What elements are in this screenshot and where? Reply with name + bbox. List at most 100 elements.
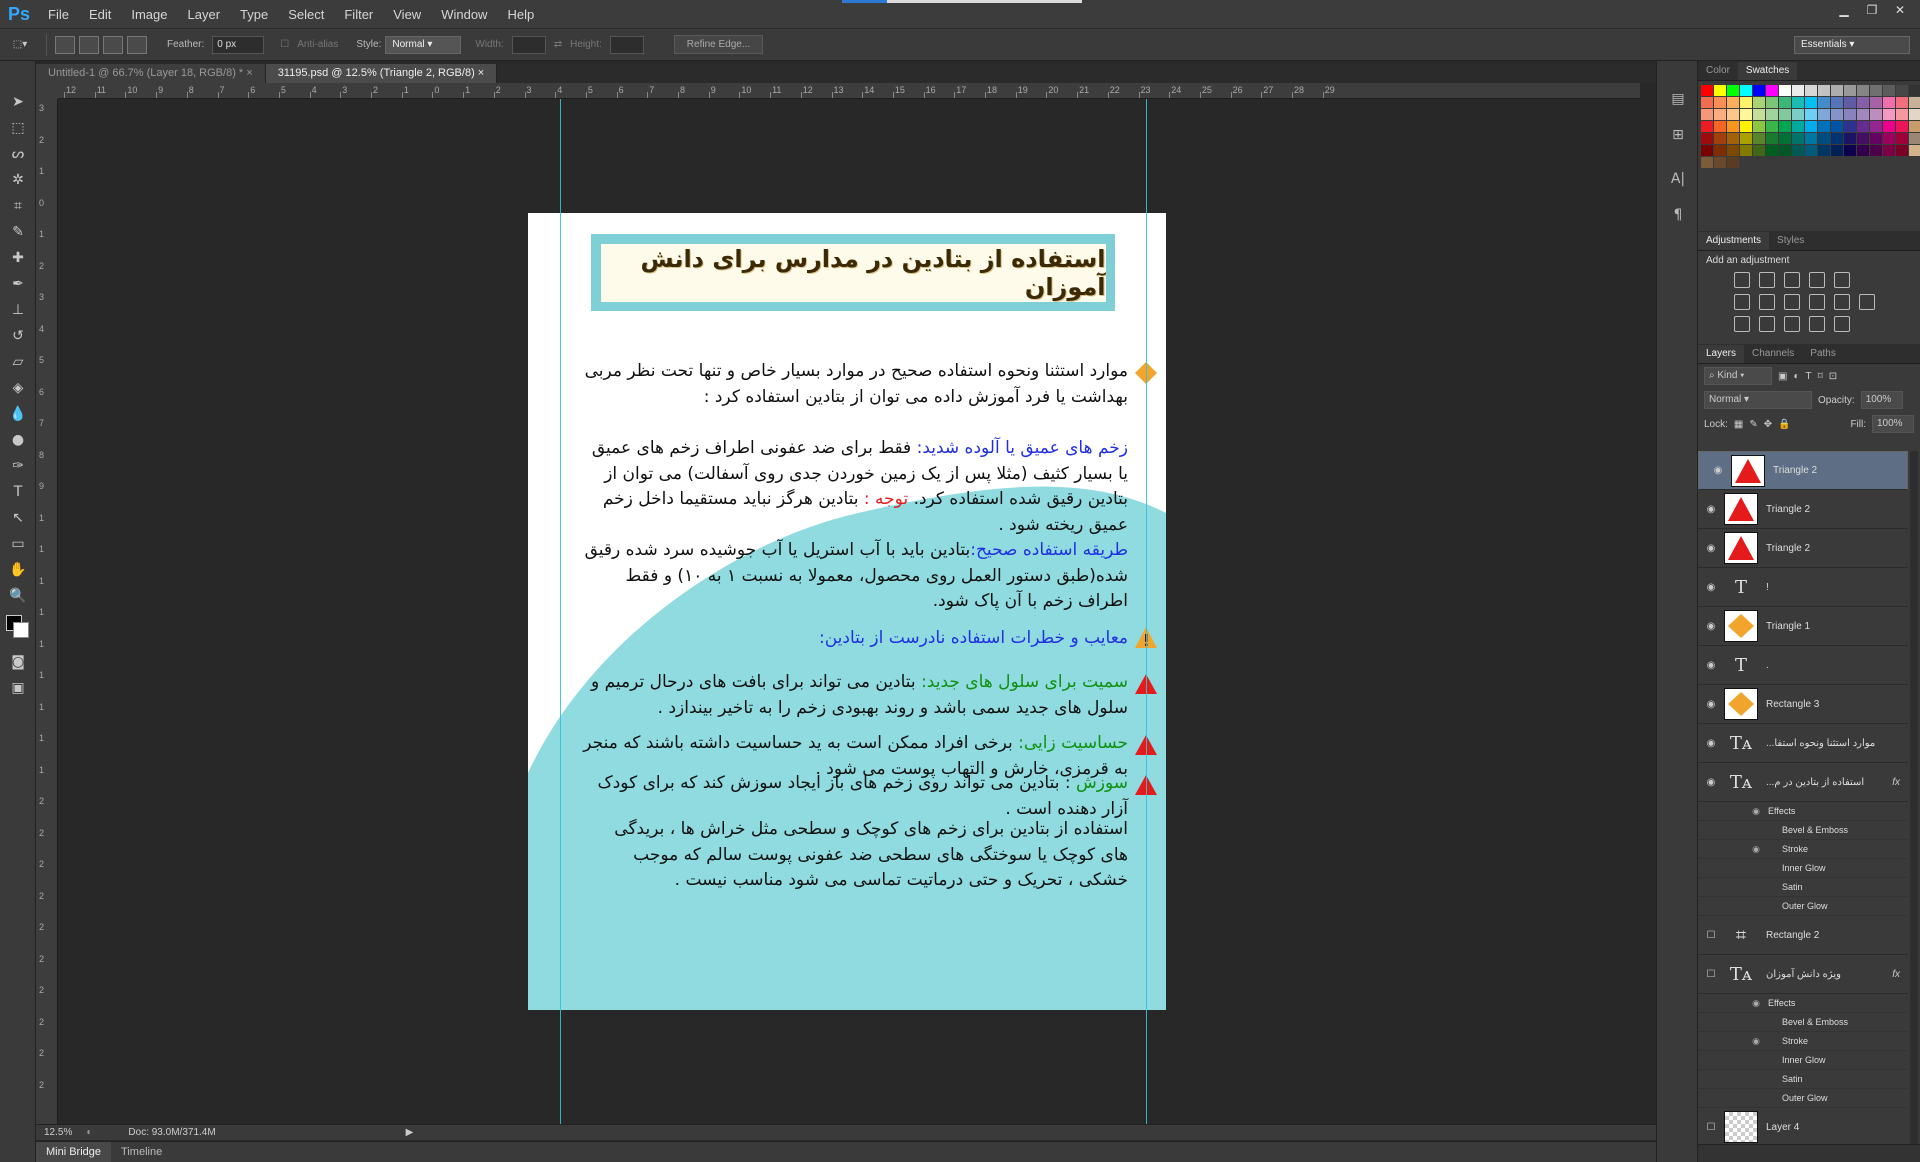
layer-row[interactable]: ◉ Triangle 2: [1698, 529, 1908, 568]
menu-image[interactable]: Image: [121, 7, 177, 22]
posterize-icon[interactable]: [1759, 316, 1775, 332]
color-swatch[interactable]: [1805, 121, 1817, 132]
eye-icon[interactable]: ◉: [1698, 543, 1724, 554]
eye-icon[interactable]: ☐: [1698, 1122, 1724, 1133]
levels-icon[interactable]: [1759, 272, 1775, 288]
zoom-tool-icon[interactable]: 🔍: [0, 583, 36, 609]
effect-item[interactable]: Outer Glow: [1698, 1089, 1908, 1108]
color-swatch[interactable]: [1870, 121, 1882, 132]
effect-item[interactable]: Satin: [1698, 1070, 1908, 1089]
color-swatch[interactable]: [1883, 109, 1895, 120]
dodge-tool-icon[interactable]: ●: [0, 427, 36, 453]
color-swatch[interactable]: [1753, 109, 1765, 120]
color-swatch[interactable]: [1831, 97, 1843, 108]
color-swatch[interactable]: [1714, 157, 1726, 168]
effect-item[interactable]: Satin: [1698, 878, 1908, 897]
color-swatch[interactable]: [1727, 133, 1739, 144]
color-swatch[interactable]: [1857, 97, 1869, 108]
color-swatch[interactable]: [1792, 97, 1804, 108]
blend-mode-select[interactable]: Normal ▾: [1704, 391, 1812, 409]
layer-row[interactable]: ☐ Layer 4: [1698, 1108, 1908, 1147]
layer-row[interactable]: ◉ T.: [1698, 646, 1908, 685]
menu-edit[interactable]: Edit: [79, 7, 121, 22]
color-swatch[interactable]: [1896, 97, 1908, 108]
color-swatch[interactable]: [1727, 121, 1739, 132]
paint-bucket-icon[interactable]: ◈: [0, 375, 36, 401]
pen-tool-icon[interactable]: ✑: [0, 453, 36, 479]
layer-row[interactable]: ◉ T!: [1698, 568, 1908, 607]
color-swatch[interactable]: [1740, 97, 1752, 108]
color-swatch[interactable]: [1857, 145, 1869, 156]
move-tool-icon[interactable]: ➤: [0, 89, 36, 115]
effect-item[interactable]: ◉ Stroke: [1698, 840, 1908, 859]
menu-view[interactable]: View: [383, 7, 431, 22]
color-swatch[interactable]: [1766, 97, 1778, 108]
eye-icon[interactable]: ◉: [1698, 844, 1768, 855]
workspace-select[interactable]: Essentials ▾: [1794, 35, 1910, 54]
color-swatch[interactable]: [1701, 85, 1713, 96]
color-swatch[interactable]: [1844, 85, 1856, 96]
brightness-icon[interactable]: [1734, 272, 1750, 288]
color-swatch[interactable]: [1753, 121, 1765, 132]
eye-icon[interactable]: ◉: [1698, 504, 1724, 515]
fx-icon[interactable]: fx: [1892, 969, 1900, 980]
color-swatch[interactable]: [1909, 109, 1920, 120]
color-swatch[interactable]: [1831, 145, 1843, 156]
vibrance-icon[interactable]: [1834, 272, 1850, 288]
color-swatch[interactable]: [1844, 97, 1856, 108]
new-selection-icon[interactable]: [55, 35, 75, 54]
color-swatch[interactable]: [1779, 133, 1791, 144]
black-white-icon[interactable]: [1784, 294, 1800, 310]
color-swatch[interactable]: [1792, 121, 1804, 132]
eye-icon[interactable]: ◉: [1698, 660, 1724, 671]
color-swatch[interactable]: [1831, 109, 1843, 120]
eye-icon[interactable]: ◉: [1698, 806, 1768, 817]
color-swatch[interactable]: [1883, 145, 1895, 156]
color-swatch[interactable]: [1805, 145, 1817, 156]
color-swatch[interactable]: [1883, 133, 1895, 144]
color-swatch[interactable]: [1831, 121, 1843, 132]
color-swatch[interactable]: [1805, 97, 1817, 108]
subtract-selection-icon[interactable]: [103, 35, 123, 54]
layer-row[interactable]: ◉ Triangle 1: [1698, 607, 1908, 646]
color-swatch[interactable]: [1870, 133, 1882, 144]
width-input[interactable]: [511, 35, 546, 54]
tab-untitled[interactable]: Untitled-1 @ 66.7% (Layer 18, RGB/8) * ×: [36, 64, 266, 83]
color-swatch[interactable]: [1753, 133, 1765, 144]
color-swatch[interactable]: [1779, 145, 1791, 156]
lock-move-icon[interactable]: ✥: [1764, 419, 1772, 430]
color-swatch[interactable]: [1779, 97, 1791, 108]
color-swatch[interactable]: [1844, 145, 1856, 156]
color-swatch[interactable]: [1818, 133, 1830, 144]
color-swatch[interactable]: [1701, 145, 1713, 156]
color-swatch[interactable]: [1766, 145, 1778, 156]
color-swatch[interactable]: [1792, 133, 1804, 144]
lasso-tool-icon[interactable]: ᔕ: [0, 141, 36, 167]
fill-input[interactable]: 100%: [1872, 415, 1914, 433]
history-icon[interactable]: ▤: [1657, 81, 1699, 117]
color-swatch[interactable]: [1909, 121, 1920, 132]
add-selection-icon[interactable]: [79, 35, 99, 54]
filter-adjust-icon[interactable]: ◐: [1793, 371, 1799, 382]
menu-file[interactable]: File: [38, 7, 79, 22]
paragraph-icon[interactable]: ¶: [1657, 197, 1699, 233]
history-brush-icon[interactable]: ↺: [0, 323, 36, 349]
close-icon[interactable]: ✕: [1886, 0, 1914, 22]
invert-icon[interactable]: [1734, 316, 1750, 332]
menu-type[interactable]: Type: [230, 7, 278, 22]
color-swatch[interactable]: [1831, 133, 1843, 144]
color-swatch[interactable]: [1727, 85, 1739, 96]
eye-icon[interactable]: ◉: [1698, 621, 1724, 632]
zoom-level[interactable]: 12.5%: [36, 1127, 80, 1138]
blur-tool-icon[interactable]: 💧: [0, 401, 36, 427]
color-swatch[interactable]: [1727, 97, 1739, 108]
color-swatch[interactable]: [1805, 133, 1817, 144]
color-swatch[interactable]: [1818, 145, 1830, 156]
stamp-tool-icon[interactable]: ⊥: [0, 297, 36, 323]
color-swatch[interactable]: [1714, 85, 1726, 96]
color-swatch[interactable]: [1766, 121, 1778, 132]
color-swatch[interactable]: [1844, 121, 1856, 132]
layers-scrollbar[interactable]: [1910, 451, 1918, 1162]
color-swatch[interactable]: [1766, 85, 1778, 96]
tab-paths[interactable]: Paths: [1802, 345, 1844, 363]
